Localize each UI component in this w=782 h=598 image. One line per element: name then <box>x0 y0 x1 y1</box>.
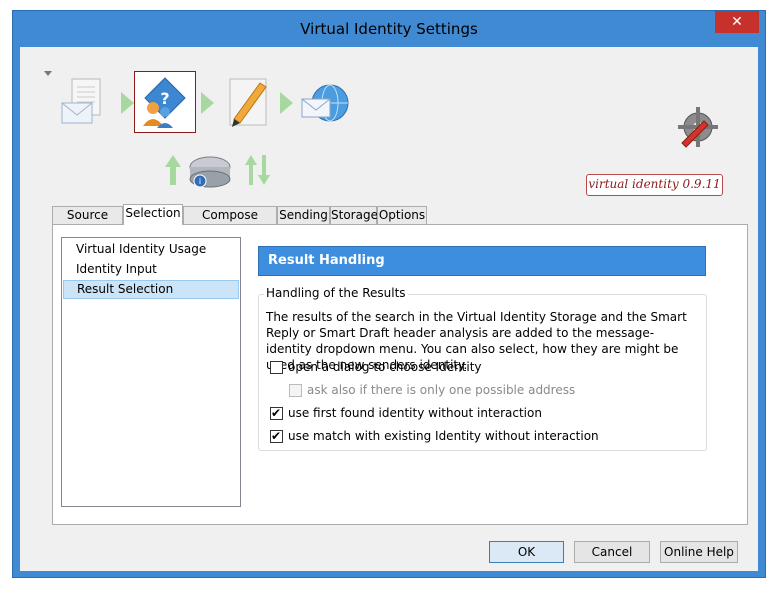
cancel-button[interactable]: Cancel <box>574 541 650 563</box>
section-heading: Result Handling <box>258 246 706 276</box>
tab-sending[interactable]: Sending <box>277 206 330 224</box>
flow-arrow-icon <box>280 92 293 114</box>
online-help-button[interactable]: Online Help <box>660 541 738 563</box>
ask-single-checkbox[interactable] <box>289 384 302 397</box>
pencil-edit-icon <box>229 78 267 127</box>
match-existing-label: use match with existing Identity without… <box>288 429 599 443</box>
group-title: Handling of the Results <box>264 286 408 300</box>
dialog-window: Virtual Identity Settings ✕ ? i virtual … <box>12 10 766 578</box>
first-found-checkbox[interactable] <box>270 404 283 422</box>
identity-question-icon: ? <box>143 77 186 128</box>
match-existing-checkbox[interactable] <box>270 427 283 445</box>
window-title: Virtual Identity Settings <box>300 20 478 38</box>
tab-compose-dialog[interactable]: Compose Dialog <box>183 206 277 239</box>
tab-source-mail[interactable]: Source Mail <box>52 206 123 239</box>
step-identity-selected[interactable]: ? <box>134 71 196 133</box>
tab-panel-selection: Virtual Identity Usage Identity Input Re… <box>52 224 748 525</box>
svg-text:i: i <box>199 177 201 186</box>
sync-arrows-icon <box>245 155 270 185</box>
tab-storage[interactable]: Storage <box>330 206 378 224</box>
list-item-result-selection[interactable]: Result Selection <box>63 280 239 299</box>
first-found-label: use first found identity without interac… <box>288 406 542 420</box>
svg-text:?: ? <box>160 89 169 108</box>
document-mail-icon <box>61 78 101 124</box>
ok-button[interactable]: OK <box>489 541 564 563</box>
close-button[interactable]: ✕ <box>715 11 759 33</box>
flow-arrow-icon <box>121 92 134 114</box>
storage-drive-icon: i <box>189 156 231 188</box>
list-item-virtual-identity-usage[interactable]: Virtual Identity Usage <box>63 240 239 259</box>
title-bar[interactable]: Virtual Identity Settings ✕ <box>13 11 765 47</box>
dialog-client: ? i virtual identity 0.9.11 Source Selec… <box>20 47 758 571</box>
open-dialog-checkbox[interactable] <box>270 361 283 374</box>
settings-tools-icon[interactable] <box>674 103 722 151</box>
open-dialog-label: open a dialog to choose Identity <box>288 360 482 374</box>
category-list[interactable]: Virtual Identity Usage Identity Input Re… <box>61 237 241 507</box>
results-groupbox: Handling of the Results The results of t… <box>258 286 707 451</box>
flow-arrow-icon <box>201 92 214 114</box>
ask-single-label: ask also if there is only one possible a… <box>307 383 576 397</box>
upload-arrow-icon <box>165 155 181 185</box>
globe-mail-icon <box>301 84 349 122</box>
chevron-down-icon[interactable] <box>44 71 52 76</box>
tab-options[interactable]: Options <box>377 206 427 224</box>
list-item-identity-input[interactable]: Identity Input <box>63 260 239 279</box>
tab-selection[interactable]: Selection <box>123 204 183 225</box>
version-label: virtual identity 0.9.11 <box>586 174 723 196</box>
